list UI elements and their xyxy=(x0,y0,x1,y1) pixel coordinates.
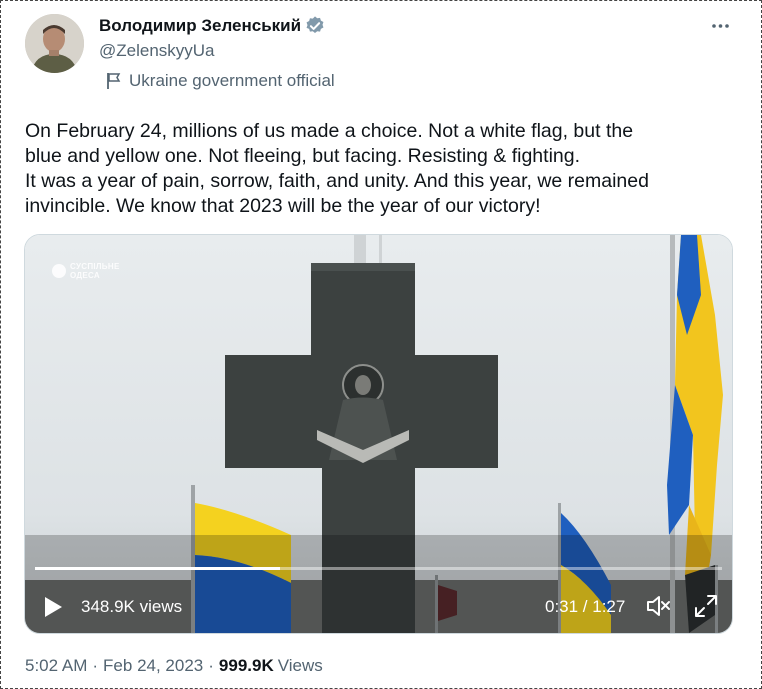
views-label: Views xyxy=(277,656,323,675)
tweet-time[interactable]: 5:02 AM xyxy=(25,656,87,676)
watermark-line1: СУСПІЛЬНЕ xyxy=(70,262,120,271)
views-count: 999.9K xyxy=(218,656,274,675)
tweet-text: On February 24, millions of us made a ch… xyxy=(25,120,649,217)
government-label-text: Ukraine government official xyxy=(129,71,335,90)
footer-separator: · xyxy=(208,656,214,675)
video-player[interactable]: СУСПІЛЬНЕ ОДЕСА 348.9K views 0:31 / 1:27 xyxy=(24,234,733,634)
video-frame xyxy=(25,235,732,633)
flag-icon xyxy=(107,73,121,89)
tweet-date[interactable]: Feb 24, 2023 xyxy=(103,656,203,676)
watermark-line2: ОДЕСА xyxy=(70,271,101,280)
mute-button[interactable] xyxy=(645,593,671,624)
muted-speaker-icon xyxy=(647,596,670,616)
video-controls: 348.9K views 0:31 / 1:27 xyxy=(25,585,732,625)
play-button[interactable] xyxy=(43,596,63,623)
video-views: 348.9K views xyxy=(81,597,183,616)
author-name[interactable]: Володимир Зеленський xyxy=(99,16,301,36)
channel-watermark: СУСПІЛЬНЕ ОДЕСА xyxy=(52,262,120,280)
video-progress-bar[interactable] xyxy=(35,567,722,570)
author-handle[interactable]: @ZelenskyyUa xyxy=(99,41,215,61)
more-icon xyxy=(712,24,729,28)
government-label: Ukraine government official xyxy=(105,71,335,91)
tweet-card: Володимир Зеленський @ZelenskyyUa Ukrain… xyxy=(0,0,762,689)
tweet-footer: 5:02 AM · Feb 24, 2023 · 999.9K Views xyxy=(25,656,323,676)
play-icon xyxy=(45,597,62,617)
video-progress-fill xyxy=(35,567,280,570)
fullscreen-icon xyxy=(695,595,717,617)
more-options-button[interactable] xyxy=(706,15,736,37)
video-time: 0:31 / 1:27 xyxy=(545,597,626,616)
avatar[interactable] xyxy=(25,14,84,73)
channel-logo-icon xyxy=(52,264,66,278)
verified-badge-icon xyxy=(306,16,324,34)
fullscreen-button[interactable] xyxy=(693,593,719,624)
footer-separator: · xyxy=(92,656,99,675)
